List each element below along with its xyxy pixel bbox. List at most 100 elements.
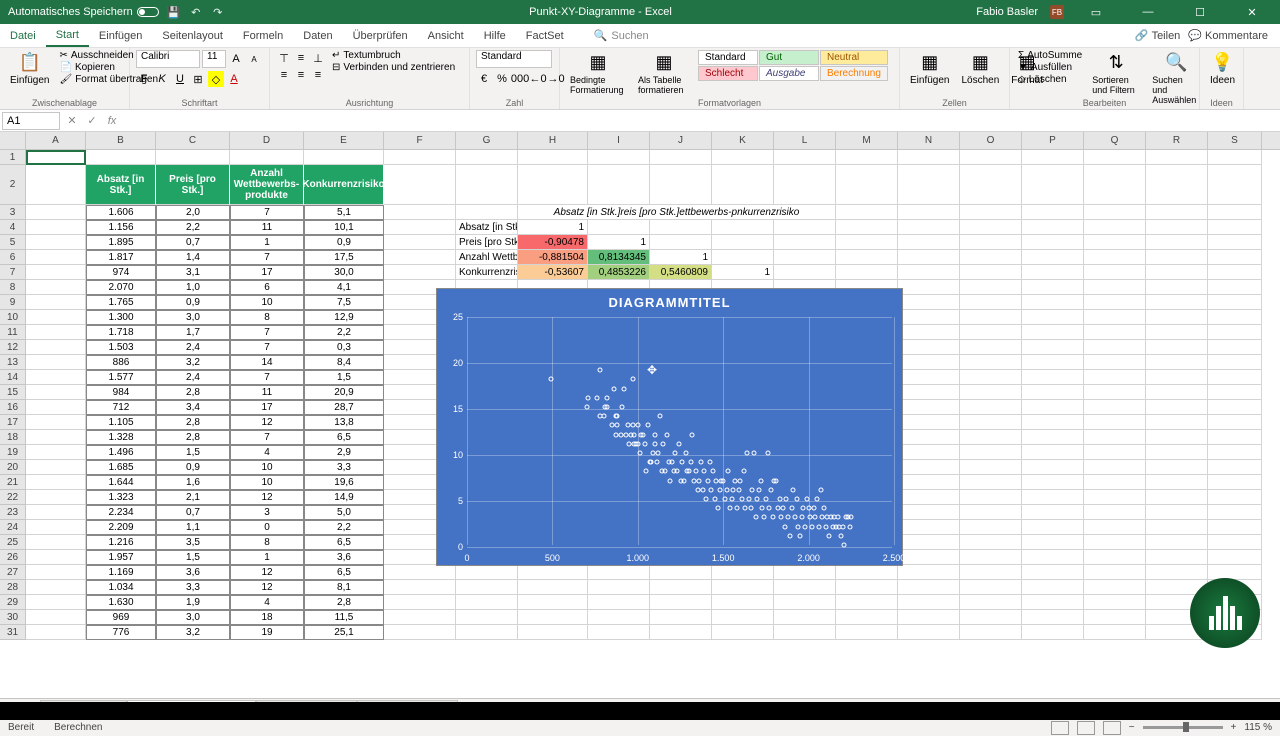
zoom-in-icon[interactable]: +: [1231, 722, 1237, 733]
cell[interactable]: [588, 165, 650, 205]
currency-icon[interactable]: €: [476, 71, 492, 87]
cell[interactable]: 2,8: [156, 430, 230, 445]
col-header-O[interactable]: O: [960, 132, 1022, 149]
cell[interactable]: Absatz [in Stk.]: [456, 220, 518, 235]
cell[interactable]: [26, 250, 86, 265]
cell[interactable]: [518, 150, 588, 165]
cell[interactable]: [26, 430, 86, 445]
cell[interactable]: Absatz [in Stk.]: [86, 165, 156, 205]
cell[interactable]: [960, 235, 1022, 250]
cell[interactable]: [1084, 385, 1146, 400]
cell[interactable]: [86, 150, 156, 165]
cell[interactable]: [1084, 505, 1146, 520]
row-header[interactable]: 25: [0, 535, 26, 550]
ideas-button[interactable]: 💡Ideen: [1206, 50, 1239, 88]
cell[interactable]: 7: [230, 340, 304, 355]
cell[interactable]: [650, 565, 712, 580]
cell[interactable]: 1,5: [304, 370, 384, 385]
cell[interactable]: [1146, 220, 1208, 235]
cell[interactable]: [1146, 385, 1208, 400]
cell[interactable]: [1146, 550, 1208, 565]
cell[interactable]: [1022, 400, 1084, 415]
cell[interactable]: [1208, 550, 1262, 565]
cell[interactable]: 1,4: [156, 250, 230, 265]
cell[interactable]: [26, 460, 86, 475]
cell[interactable]: [774, 235, 836, 250]
cell[interactable]: 1,5: [156, 550, 230, 565]
cell[interactable]: [456, 625, 518, 640]
select-all-corner[interactable]: [0, 132, 26, 149]
cell[interactable]: [898, 445, 960, 460]
cell[interactable]: [1022, 520, 1084, 535]
cell[interactable]: 7: [230, 430, 304, 445]
tab-start[interactable]: Start: [46, 24, 89, 47]
cell[interactable]: 12: [230, 490, 304, 505]
cell[interactable]: 6: [230, 280, 304, 295]
cell[interactable]: Konkurrenzrisiko: [304, 165, 384, 205]
cell[interactable]: [456, 580, 518, 595]
cell[interactable]: [26, 550, 86, 565]
cell[interactable]: Anzahl Wettbewerbs-produkte: [230, 165, 304, 205]
cell[interactable]: [836, 205, 898, 220]
cell[interactable]: [836, 150, 898, 165]
cell[interactable]: 19: [230, 625, 304, 640]
style-standard[interactable]: Standard: [698, 50, 758, 65]
cell[interactable]: [898, 550, 960, 565]
font-size-select[interactable]: 11: [202, 50, 226, 68]
cell[interactable]: [1208, 310, 1262, 325]
cell[interactable]: [1146, 205, 1208, 220]
cell[interactable]: 1.300: [86, 310, 156, 325]
cell[interactable]: [960, 520, 1022, 535]
cell[interactable]: [1022, 445, 1084, 460]
cell[interactable]: [384, 595, 456, 610]
cell[interactable]: [456, 565, 518, 580]
tab-file[interactable]: Datei: [0, 24, 46, 47]
fx-icon[interactable]: fx: [102, 115, 122, 127]
cell[interactable]: 2,1: [156, 490, 230, 505]
cell[interactable]: 3,3: [156, 580, 230, 595]
cell[interactable]: [26, 325, 86, 340]
cell[interactable]: [1146, 340, 1208, 355]
cell[interactable]: [1084, 250, 1146, 265]
cell[interactable]: Konkurrenzrisiko: [456, 265, 518, 280]
cell[interactable]: 1,5: [156, 445, 230, 460]
cell[interactable]: [1022, 475, 1084, 490]
comma-icon[interactable]: 000: [512, 71, 528, 87]
sort-filter-button[interactable]: ⇅Sortieren und Filtern: [1088, 50, 1144, 97]
col-header-I[interactable]: I: [588, 132, 650, 149]
tab-ansicht[interactable]: Ansicht: [418, 24, 474, 47]
row-header[interactable]: 19: [0, 445, 26, 460]
row-header[interactable]: 16: [0, 400, 26, 415]
cell[interactable]: [1084, 310, 1146, 325]
cell[interactable]: 13,8: [304, 415, 384, 430]
cell[interactable]: [230, 150, 304, 165]
cell[interactable]: [712, 250, 774, 265]
style-neutral[interactable]: Neutral: [820, 50, 888, 65]
cell[interactable]: [1146, 250, 1208, 265]
cell[interactable]: [1146, 265, 1208, 280]
cell[interactable]: [898, 250, 960, 265]
cell[interactable]: [384, 220, 456, 235]
cell[interactable]: [960, 445, 1022, 460]
cell[interactable]: [960, 565, 1022, 580]
row-header[interactable]: 6: [0, 250, 26, 265]
format-as-table-button[interactable]: ▦Als Tabelle formatieren: [634, 50, 694, 97]
cell[interactable]: [156, 150, 230, 165]
cell[interactable]: [774, 250, 836, 265]
cell[interactable]: [26, 490, 86, 505]
cell[interactable]: [1022, 490, 1084, 505]
cell[interactable]: [1084, 265, 1146, 280]
row-header[interactable]: 14: [0, 370, 26, 385]
font-color-icon[interactable]: A: [226, 71, 242, 87]
ribbon-display-icon[interactable]: ▭: [1076, 6, 1116, 19]
cell[interactable]: [1084, 280, 1146, 295]
cell[interactable]: [650, 235, 712, 250]
cell[interactable]: 776: [86, 625, 156, 640]
cell[interactable]: [1208, 235, 1262, 250]
cell[interactable]: 1.957: [86, 550, 156, 565]
spreadsheet-grid[interactable]: ABCDEFGHIJKLMNOPQRS 12Absatz [in Stk.]Pr…: [0, 132, 1280, 698]
cell[interactable]: [898, 385, 960, 400]
cell[interactable]: [1022, 310, 1084, 325]
cell[interactable]: [898, 460, 960, 475]
cell[interactable]: 1,0: [156, 280, 230, 295]
